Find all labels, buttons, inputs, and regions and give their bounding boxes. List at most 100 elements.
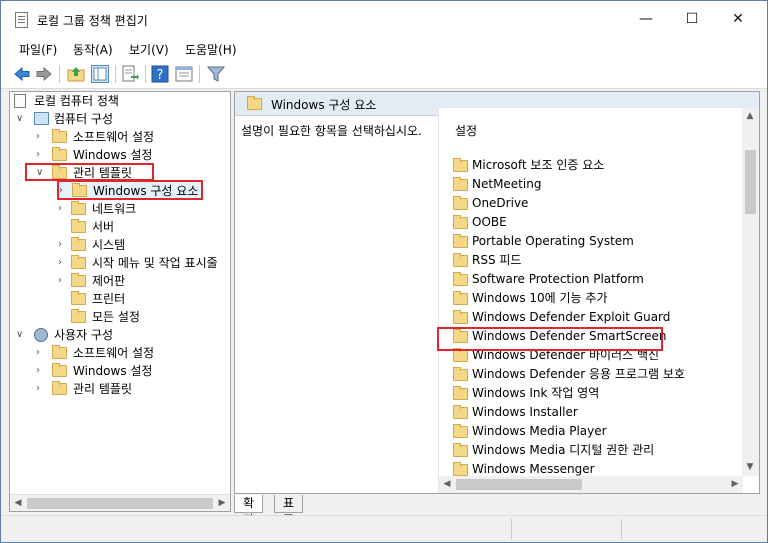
- tree-label: 관리 템플릿: [73, 166, 133, 180]
- menu-file[interactable]: 파일(F): [19, 41, 57, 58]
- folder-icon: [453, 310, 468, 324]
- tree-item-windows-components[interactable]: › Windows 구성 요소: [58, 181, 202, 199]
- folder-icon: [453, 234, 468, 248]
- list-item-label: Windows Defender 응용 프로그램 보호: [472, 367, 685, 381]
- svg-text:?: ?: [157, 68, 164, 83]
- chevron-right-icon[interactable]: ›: [58, 200, 68, 218]
- menu-action[interactable]: 동작(A): [73, 41, 113, 58]
- tree-pane: 로컬 컴퓨터 정책 ∨ 컴퓨터 구성 › 소프트웨어 설정 › Windows …: [9, 91, 231, 512]
- folder-icon: [453, 443, 468, 457]
- list-item-label: NetMeeting: [472, 177, 542, 191]
- menu-help[interactable]: 도움말(H): [185, 41, 237, 58]
- chevron-right-icon[interactable]: ›: [36, 380, 46, 398]
- scroll-thumb[interactable]: [27, 498, 213, 509]
- tree-label: 제어판: [92, 274, 126, 288]
- scroll-down-icon[interactable]: ▼: [742, 459, 758, 476]
- tree-label: 시스템: [92, 238, 126, 252]
- tree-label: 로컬 컴퓨터 정책: [34, 94, 119, 108]
- list-item-label: Portable Operating System: [472, 234, 634, 248]
- tab-extended[interactable]: 확장: [234, 495, 264, 527]
- folder-icon: [453, 405, 468, 419]
- tab-standard[interactable]: 표준: [274, 495, 304, 527]
- properties-icon[interactable]: [175, 65, 193, 83]
- list-item-label: Microsoft 보조 인증 요소: [472, 158, 605, 172]
- back-arrow-icon[interactable]: [13, 65, 31, 83]
- toolbar-separator: [59, 65, 60, 83]
- up-folder-icon[interactable]: [67, 65, 85, 83]
- forward-arrow-icon[interactable]: [35, 65, 53, 83]
- folder-icon: [52, 165, 67, 179]
- folder-icon: [453, 272, 468, 286]
- close-button[interactable]: ✕: [715, 1, 761, 37]
- folder-icon: [453, 348, 468, 362]
- toolbar-separator: [199, 65, 200, 83]
- scroll-left-icon[interactable]: ◀: [439, 476, 455, 493]
- chevron-right-icon[interactable]: ›: [58, 254, 68, 272]
- tree-label: 관리 템플릿: [73, 382, 133, 396]
- gpedit-window: 로컬 그룹 정책 편집기 — ☐ ✕ 파일(F) 동작(A) 보기(V) 도움말…: [0, 0, 768, 543]
- tree-label: 소프트웨어 설정: [73, 130, 155, 144]
- maximize-button[interactable]: ☐: [669, 1, 715, 37]
- title-bar: 로컬 그룹 정책 편집기 — ☐ ✕: [1, 1, 767, 37]
- chevron-right-icon[interactable]: ›: [59, 182, 69, 200]
- tree-label: Windows 설정: [73, 364, 153, 378]
- list-vertical-scrollbar[interactable]: ▲ ▼: [742, 108, 759, 476]
- menu-bar: 파일(F) 동작(A) 보기(V) 도움말(H): [1, 37, 767, 59]
- settings-folder-icon: [71, 309, 86, 323]
- list-horizontal-scrollbar[interactable]: ◀ ▶: [439, 476, 743, 493]
- chevron-down-icon[interactable]: ∨: [16, 110, 26, 128]
- folder-icon: [453, 177, 468, 191]
- folder-icon: [453, 329, 468, 343]
- chevron-right-icon[interactable]: ›: [36, 128, 46, 146]
- scroll-thumb[interactable]: [745, 150, 756, 214]
- chevron-right-icon[interactable]: ›: [36, 362, 46, 380]
- list-item-label: Windows Defender SmartScreen: [472, 329, 667, 343]
- folder-icon: [71, 255, 86, 269]
- folder-icon: [453, 158, 468, 172]
- list-item-label: Windows Defender Exploit Guard: [472, 310, 671, 324]
- folder-icon: [453, 367, 468, 381]
- policy-document-icon: [14, 94, 26, 108]
- chevron-down-icon[interactable]: ∨: [16, 326, 26, 344]
- chevron-right-icon[interactable]: ›: [58, 236, 68, 254]
- toolbar-separator: [145, 65, 146, 83]
- toolbar-separator: [115, 65, 116, 83]
- folder-icon: [453, 196, 468, 210]
- status-divider: [621, 519, 622, 539]
- list-item-label: Windows Ink 작업 영역: [472, 386, 600, 400]
- chevron-right-icon[interactable]: ›: [36, 146, 46, 164]
- scroll-up-icon[interactable]: ▲: [742, 108, 758, 125]
- list-item-label: OOBE: [472, 215, 507, 229]
- scroll-thumb[interactable]: [456, 479, 582, 490]
- folder-icon: [71, 291, 86, 305]
- list-item-label: RSS 피드: [472, 253, 522, 267]
- chevron-right-icon[interactable]: ›: [36, 344, 46, 362]
- scroll-left-icon[interactable]: ◀: [10, 495, 26, 511]
- folder-icon: [453, 386, 468, 400]
- list-item-label: OneDrive: [472, 196, 529, 210]
- list-item-label: Software Protection Platform: [472, 272, 644, 286]
- scroll-right-icon[interactable]: ▶: [727, 476, 743, 493]
- folder-icon: [71, 219, 86, 233]
- tree-label: 컴퓨터 구성: [54, 112, 114, 126]
- scroll-right-icon[interactable]: ▶: [214, 495, 230, 511]
- chevron-right-icon[interactable]: ›: [58, 272, 68, 290]
- help-icon[interactable]: ?: [151, 65, 169, 83]
- column-header-setting[interactable]: 설정: [455, 122, 477, 139]
- tree-label: 서버: [92, 220, 115, 234]
- description-text: 설명이 필요한 항목을 선택하십시오.: [241, 124, 422, 138]
- show-hide-tree-icon[interactable]: [91, 65, 109, 83]
- content-pane: Windows 구성 요소 설명이 필요한 항목을 선택하십시오. 설정 Mic…: [234, 91, 760, 494]
- folder-icon: [453, 424, 468, 438]
- export-list-icon[interactable]: [121, 65, 139, 83]
- filter-icon[interactable]: [207, 65, 225, 83]
- folder-icon: [72, 183, 87, 197]
- tree-horizontal-scrollbar[interactable]: ◀ ▶: [10, 494, 230, 511]
- menu-view[interactable]: 보기(V): [129, 41, 169, 58]
- chevron-down-icon[interactable]: ∨: [36, 164, 46, 182]
- computer-icon: [34, 112, 49, 125]
- minimize-button[interactable]: —: [623, 1, 669, 37]
- list-item-label: Windows Defender 바이러스 백신: [472, 348, 660, 362]
- folder-icon: [52, 381, 67, 395]
- tree-label: 시작 메뉴 및 작업 표시줄: [92, 256, 218, 270]
